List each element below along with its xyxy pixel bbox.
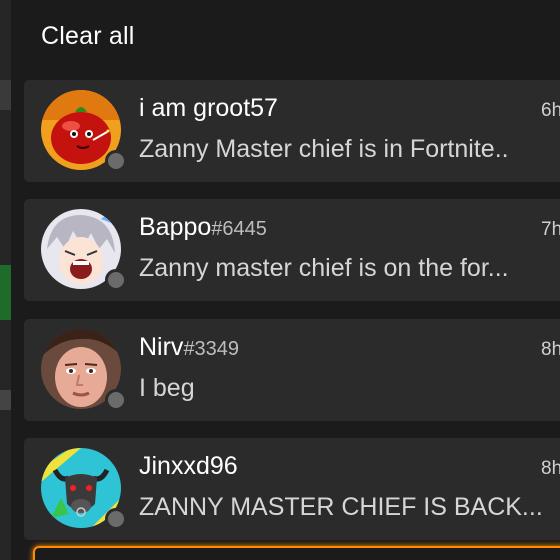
clear-all-button[interactable]: Clear all xyxy=(41,22,135,51)
sender-name: Nirv xyxy=(139,333,184,361)
sender-name: Jinxxd96 xyxy=(139,452,238,480)
sender-tag: #3349 xyxy=(183,338,240,360)
sender-tag: #6445 xyxy=(211,218,267,240)
message-preview: ZANNY MASTER CHIEF IS BACK... xyxy=(139,493,543,521)
timestamp: 8h xyxy=(541,458,560,479)
presence-offline-indicator xyxy=(105,269,127,291)
message-preview: I beg xyxy=(139,374,195,402)
timestamp: 6h xyxy=(541,100,560,121)
timestamp: 7h xyxy=(541,219,560,240)
notification-card-groot57[interactable]: i am groot57 Zanny Master chief is in Fo… xyxy=(24,80,560,182)
notifications-panel: Clear all i am groot57 Zanny Master chie… xyxy=(11,0,560,560)
focused-notification-card-edge[interactable] xyxy=(33,546,560,560)
sender-name: Bappo xyxy=(139,213,212,241)
message-preview: Zanny master chief is on the for... xyxy=(139,254,509,282)
notification-card-bappo[interactable]: Bappo#6445 Zanny master chief is on the … xyxy=(24,199,560,301)
notification-screen: Clear all i am groot57 Zanny Master chie… xyxy=(0,0,560,560)
presence-offline-indicator xyxy=(105,389,127,411)
sender-line: Bappo#6445 xyxy=(139,213,267,242)
presence-offline-indicator xyxy=(105,508,127,530)
message-preview: Zanny Master chief is in Fortnite.. xyxy=(139,135,509,163)
sender-line: Nirv#3349 xyxy=(139,333,239,362)
sender-name: i am groot57 xyxy=(139,94,278,122)
sender-line: Jinxxd96 xyxy=(139,452,238,481)
background-window-edge xyxy=(0,0,11,560)
presence-offline-indicator xyxy=(105,150,127,172)
timestamp: 8h xyxy=(541,339,560,360)
sender-line: i am groot57 xyxy=(139,94,278,123)
notification-card-jinxxd96[interactable]: Jinxxd96 ZANNY MASTER CHIEF IS BACK... 8… xyxy=(24,438,560,540)
notification-card-nirv[interactable]: Nirv#3349 I beg 8h xyxy=(24,319,560,421)
